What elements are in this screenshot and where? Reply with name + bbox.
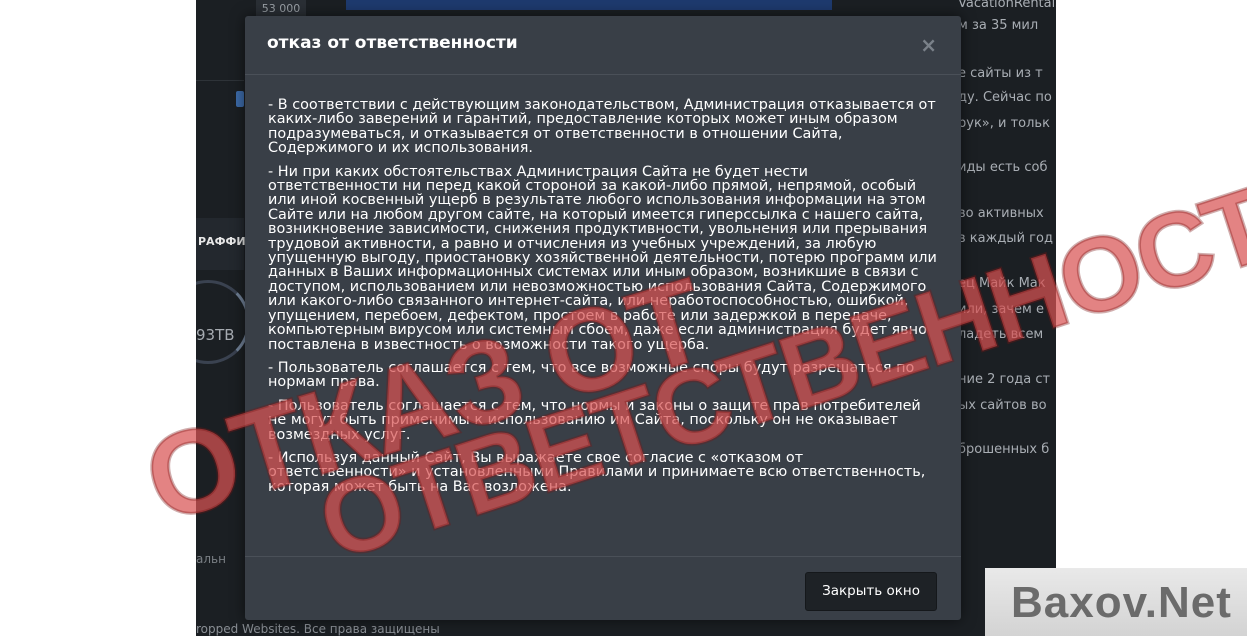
article-line: ых сайтов во xyxy=(958,398,1047,413)
disclaimer-paragraph: - Пользователь соглашается с тем, что вс… xyxy=(268,359,915,391)
stat-tab[interactable]: РАФФИ xyxy=(196,218,246,270)
modal-title: отказ от ответственности xyxy=(267,33,518,53)
article-column: VacationRentals.com. В м за 35 мил е сай… xyxy=(958,0,1056,636)
banner-strip xyxy=(346,0,832,10)
article-line: иды есть соб xyxy=(958,160,1048,175)
disclaimer-paragraph: - В соответствии с действующим законодат… xyxy=(268,97,936,157)
article-line: VacationRentals.com. В xyxy=(958,0,1056,11)
close-window-button[interactable]: Закрыть окно xyxy=(805,572,937,611)
progress-ring xyxy=(196,280,250,364)
article-line: или, зачем е xyxy=(958,302,1044,317)
disclaimer-paragraph: - Используя данный Сайт, Вы выражаете св… xyxy=(268,449,926,495)
ring-value: 93ТВ xyxy=(196,326,235,344)
article-line: рук», и тольк xyxy=(958,116,1050,131)
article-line: ние 2 года ст xyxy=(958,372,1051,387)
close-icon[interactable]: × xyxy=(920,33,937,57)
disclaimer-paragraph: - Пользователь соглашается с тем, что но… xyxy=(268,397,921,443)
side-button[interactable] xyxy=(236,91,244,107)
disclaimer-modal: отказ от ответственности × - В соответст… xyxy=(245,16,961,620)
modal-footer: Закрыть окно xyxy=(245,556,961,621)
article-line: м за 35 мил xyxy=(958,18,1039,33)
watermark-logo: Baxov.Net xyxy=(985,568,1247,636)
divider xyxy=(196,80,244,81)
article-line: ду. Сейчас по xyxy=(958,90,1052,105)
article-line: ладеть всем xyxy=(958,327,1044,342)
article-line: во активных xyxy=(958,206,1044,221)
watermark-text: Baxov.Net xyxy=(1011,578,1232,627)
background-text: альн xyxy=(196,552,226,566)
article-line: брошенных б xyxy=(958,442,1050,457)
disclaimer-paragraph: - Ни при каких обстоятельствах Администр… xyxy=(268,163,937,353)
footer-copyright: ropped Websites. Все права защищены xyxy=(196,622,440,636)
article-line: в каждый год xyxy=(958,231,1053,246)
modal-header: отказ от ответственности × xyxy=(245,16,961,75)
stat-label: РАФФИ xyxy=(198,235,246,248)
article-line: ец Майк Мак xyxy=(958,276,1046,291)
modal-body: - В соответствии с действующим законодат… xyxy=(268,98,938,503)
article-line: е сайты из т xyxy=(958,66,1043,81)
